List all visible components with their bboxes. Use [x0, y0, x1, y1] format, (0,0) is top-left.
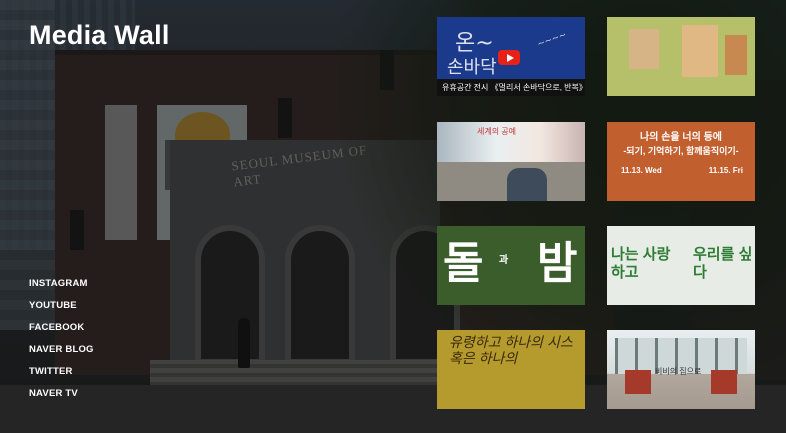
poster-date-end: 11.15. Fri — [708, 166, 743, 175]
title-char: 밤 — [537, 239, 578, 288]
gallery-wall-text: 세계의 공예 — [477, 127, 517, 136]
poster-text: 우리를 싶다 — [693, 246, 753, 281]
artwork-box — [682, 25, 718, 77]
media-card-calligraphy[interactable]: 유령하고 하나의 시스 혹은 하나의 — [437, 330, 585, 409]
social-link-instagram[interactable]: INSTAGRAM — [29, 278, 94, 300]
media-card-love[interactable]: 나는 사랑하고 우리를 싶다 — [607, 226, 755, 305]
social-link-twitter[interactable]: TWITTER — [29, 366, 94, 388]
artwork-box — [629, 29, 659, 69]
calligraphy-text: 유령하고 하나의 시스 혹은 하나의 — [449, 334, 573, 366]
poster-subtitle: -되기, 기억하기, 함께움직이기- — [623, 146, 739, 156]
red-block — [711, 370, 737, 394]
media-card-performance[interactable]: 나의 손을 너의 등에 -되기, 기억하기, 함께움직이기- 11.13. We… — [607, 122, 755, 201]
social-link-naver-tv[interactable]: NAVER TV — [29, 388, 94, 410]
title-char: 과 — [499, 255, 509, 266]
page-title: Media Wall — [29, 20, 170, 50]
artwork-box — [725, 35, 747, 75]
media-card-exhibition-video[interactable]: 온~ 손바닥 ~~~~ 유휴공간 전시 《멀리서 손바닥으로, 반복》 — [437, 17, 585, 96]
media-card-bibi-house[interactable]: 비비의 집으로 — [607, 330, 755, 409]
poster-text: 나는 사랑하고 — [611, 246, 671, 281]
media-card-gallery[interactable]: 세계의 공예 — [437, 122, 585, 201]
play-triangle-icon — [507, 54, 514, 62]
media-card-stone-and-night[interactable]: 돌 과 밤 — [437, 226, 585, 305]
title-char: 돌 — [443, 239, 484, 288]
media-card-installation[interactable] — [607, 17, 755, 96]
social-link-naver-blog[interactable]: NAVER BLOG — [29, 344, 94, 366]
red-block — [625, 370, 651, 394]
artwork-scribble: 손바닥 — [447, 57, 497, 78]
artwork-scribble: ~~~~ — [536, 30, 568, 50]
card-label: 비비의 집으로 — [655, 367, 702, 376]
social-link-facebook[interactable]: FACEBOOK — [29, 322, 94, 344]
visitors — [507, 168, 547, 201]
social-link-youtube[interactable]: YOUTUBE — [29, 300, 94, 322]
media-caption: 유휴공간 전시 《멀리서 손바닥으로, 반복》 — [437, 79, 585, 96]
social-links: INSTAGRAM YOUTUBE FACEBOOK NAVER BLOG TW… — [29, 278, 94, 410]
poster-title: 나의 손을 너의 등에 — [640, 132, 722, 143]
